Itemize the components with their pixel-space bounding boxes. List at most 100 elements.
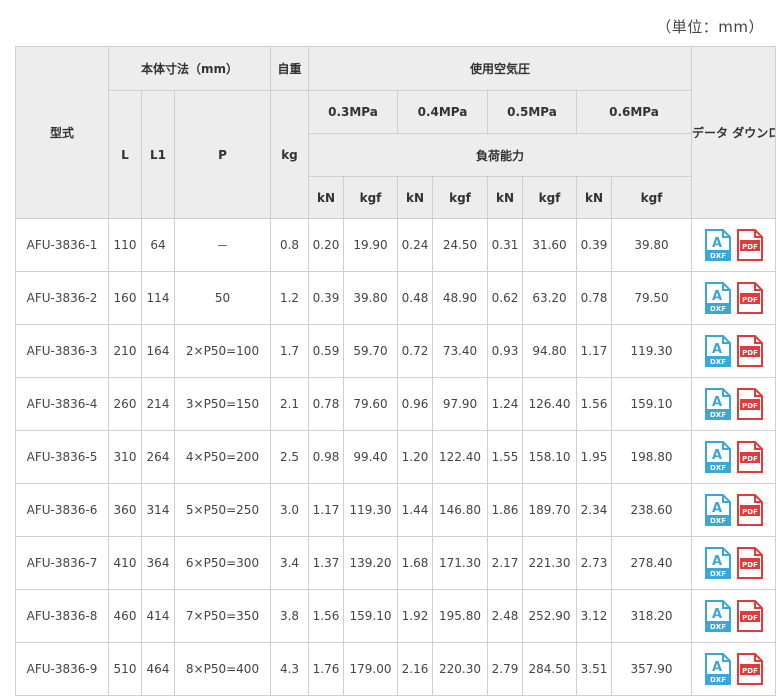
cell-kN-03: 1.17 (308, 483, 344, 537)
dxf-file-icon[interactable]: A DXF (704, 547, 731, 579)
cell-kgf-03: 19.90 (343, 218, 398, 272)
pdf-label: PDF (742, 614, 758, 622)
pdf-file-icon[interactable]: PDF (736, 600, 763, 632)
cell-kN-06: 1.95 (576, 430, 612, 484)
header-kgf: kgf (610, 176, 693, 219)
pdf-file-icon[interactable]: PDF (736, 282, 763, 314)
cell-kN-06: 2.73 (576, 536, 612, 590)
cell-P: 50 (174, 271, 271, 325)
table-row: AFU-3836-7 410 364 6×P50=300 3.4 1.37 13… (15, 536, 777, 590)
cell-P: 6×P50=300 (174, 536, 271, 590)
pdf-file-icon[interactable]: PDF (736, 388, 763, 420)
cell-kgf-05: 252.90 (522, 589, 577, 643)
cell-L1: 364 (141, 536, 175, 590)
dxf-label: DXF (710, 358, 726, 366)
dxf-letter: A (711, 236, 721, 251)
dxf-label: DXF (710, 623, 726, 631)
cell-kN-06: 0.78 (576, 271, 612, 325)
dxf-file-icon[interactable]: A DXF (704, 229, 731, 261)
cell-kN-03: 0.98 (308, 430, 344, 484)
cell-model: AFU-3836-7 (15, 536, 109, 590)
header-kgf: kgf (522, 176, 577, 219)
cell-kgf-06: 198.80 (610, 430, 693, 484)
table-row: AFU-3836-8 460 414 7×P50=350 3.8 1.56 15… (15, 589, 777, 643)
dxf-letter: A (711, 660, 721, 675)
cell-kN-05: 2.48 (487, 589, 523, 643)
cell-kgf-06: 119.30 (610, 324, 693, 378)
cell-L: 460 (108, 589, 142, 643)
cell-kN-05: 2.17 (487, 536, 523, 590)
cell-kgf-04: 146.80 (432, 483, 488, 537)
cell-P: 5×P50=250 (174, 483, 271, 537)
cell-L: 360 (108, 483, 142, 537)
dxf-file-icon[interactable]: A DXF (704, 441, 731, 473)
pdf-label: PDF (742, 508, 758, 516)
header-kg: kg (270, 90, 309, 219)
cell-kN-04: 0.96 (397, 377, 433, 431)
table-header: 型式 本体寸法（mm） 自重 使用空気圧 データ ダウンロード（DXF/PDF）… (15, 46, 777, 219)
cell-kgf-05: 63.20 (522, 271, 577, 325)
pdf-file-icon[interactable]: PDF (736, 229, 763, 261)
table-row: AFU-3836-6 360 314 5×P50=250 3.0 1.17 11… (15, 483, 777, 537)
pdf-label: PDF (742, 667, 758, 675)
header-pressure-04: 0.4MPa (397, 90, 488, 134)
dxf-file-icon[interactable]: A DXF (704, 600, 731, 632)
cell-kN-06: 3.12 (576, 589, 612, 643)
cell-kgf-04: 24.50 (432, 218, 488, 272)
cell-kN-04: 1.68 (397, 536, 433, 590)
table-row: AFU-3836-2 160 114 50 1.2 0.39 39.80 0.4… (15, 271, 777, 325)
cell-L: 210 (108, 324, 142, 378)
dxf-letter: A (711, 607, 721, 622)
cell-P: － (174, 218, 271, 272)
dxf-file-icon[interactable]: A DXF (704, 282, 731, 314)
dxf-file-icon[interactable]: A DXF (704, 335, 731, 367)
cell-kN-05: 2.79 (487, 642, 523, 696)
cell-kgf-04: 220.30 (432, 642, 488, 696)
pdf-file-icon[interactable]: PDF (736, 494, 763, 526)
cell-kgf-04: 171.30 (432, 536, 488, 590)
header-pressure-06: 0.6MPa (575, 90, 693, 134)
cell-model: AFU-3836-4 (15, 377, 109, 431)
cell-kN-06: 1.17 (576, 324, 612, 378)
dxf-label: DXF (710, 517, 726, 525)
cell-kg: 0.8 (270, 218, 309, 272)
cell-kN-03: 0.20 (308, 218, 344, 272)
header-weight: 自重 (270, 46, 309, 91)
pdf-file-icon[interactable]: PDF (736, 335, 763, 367)
pdf-file-icon[interactable]: PDF (736, 653, 763, 685)
dxf-file-icon[interactable]: A DXF (704, 494, 731, 526)
table-body: AFU-3836-1 110 64 － 0.8 0.20 19.90 0.24 … (15, 218, 777, 696)
cell-kg: 4.3 (270, 642, 309, 696)
dxf-letter: A (711, 342, 721, 357)
cell-download: A DXF PDF (691, 536, 777, 590)
cell-kN-04: 1.92 (397, 589, 433, 643)
pdf-file-icon[interactable]: PDF (736, 441, 763, 473)
cell-kN-05: 1.55 (487, 430, 523, 484)
table-row: AFU-3836-4 260 214 3×P50=150 2.1 0.78 79… (15, 377, 777, 431)
cell-kg: 2.5 (270, 430, 309, 484)
unit-note: （単位：mm） (656, 18, 764, 36)
cell-kgf-03: 59.70 (343, 324, 398, 378)
cell-L: 410 (108, 536, 142, 590)
cell-kN-03: 1.56 (308, 589, 344, 643)
dxf-letter: A (711, 501, 721, 516)
cell-download: A DXF PDF (691, 324, 777, 378)
header-load-capacity: 負荷能力 (307, 133, 693, 177)
pdf-file-icon[interactable]: PDF (736, 547, 763, 579)
cell-model: AFU-3836-1 (15, 218, 109, 272)
header-L: L (108, 90, 142, 219)
cell-kgf-04: 122.40 (432, 430, 488, 484)
cell-kgf-05: 126.40 (522, 377, 577, 431)
dxf-label: DXF (710, 676, 726, 684)
cell-kgf-05: 94.80 (522, 324, 577, 378)
cell-kgf-06: 39.80 (610, 218, 693, 272)
cell-model: AFU-3836-8 (15, 589, 109, 643)
cell-kg: 1.7 (270, 324, 309, 378)
cell-download: A DXF PDF (691, 271, 777, 325)
dxf-file-icon[interactable]: A DXF (704, 388, 731, 420)
cell-kgf-03: 159.10 (343, 589, 398, 643)
cell-kgf-06: 159.10 (610, 377, 693, 431)
cell-kN-04: 1.20 (397, 430, 433, 484)
cell-kg: 3.4 (270, 536, 309, 590)
dxf-file-icon[interactable]: A DXF (704, 653, 731, 685)
